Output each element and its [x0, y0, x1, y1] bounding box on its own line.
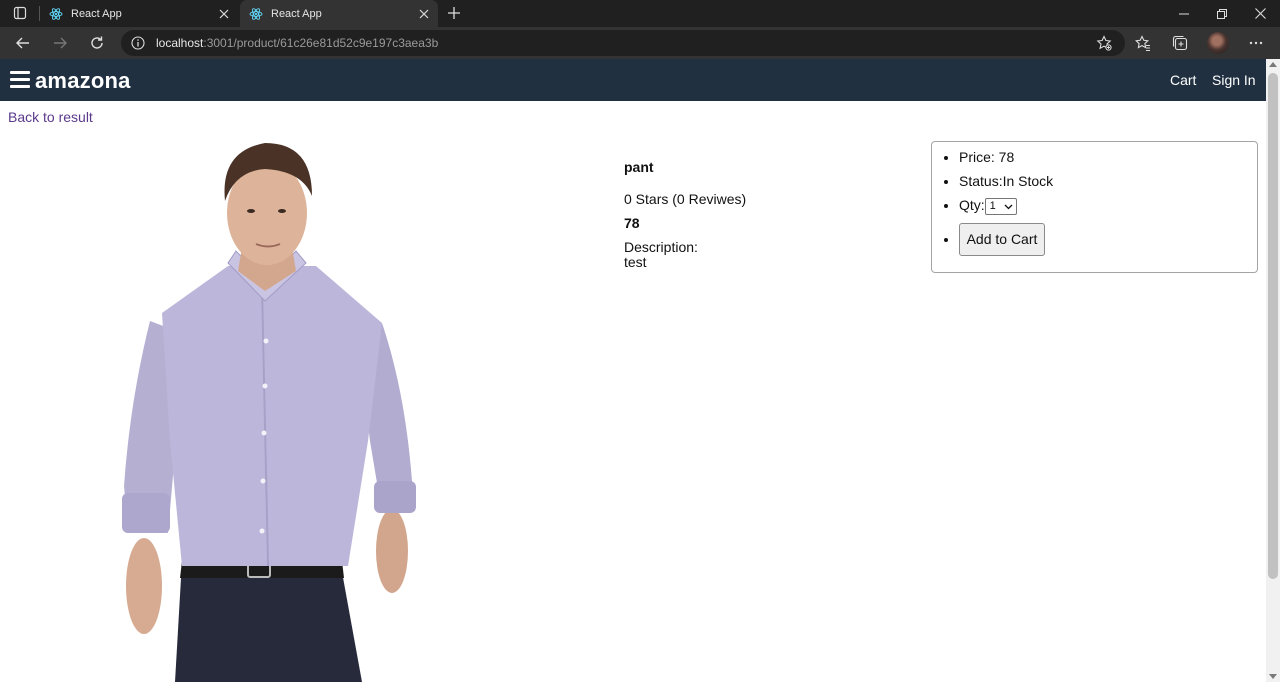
browser-tab-active[interactable]: React App: [240, 0, 438, 27]
hamburger-menu-icon[interactable]: [10, 71, 30, 89]
new-tab-icon[interactable]: [444, 3, 464, 23]
site-header: amazona Cart Sign In: [0, 59, 1266, 101]
restore-icon[interactable]: [1203, 0, 1241, 27]
qty-value: 1: [989, 199, 996, 212]
close-window-icon[interactable]: [1241, 0, 1279, 27]
collections-icon[interactable]: [1167, 31, 1193, 55]
tab-actions-icon[interactable]: [7, 2, 33, 24]
browser-tab[interactable]: React App: [40, 0, 238, 27]
close-tab-icon[interactable]: [216, 6, 232, 22]
browser-toolbar: localhost:3001/product/61c26e81d52c9e197…: [0, 27, 1280, 59]
site-info-icon[interactable]: [130, 35, 146, 51]
refresh-icon[interactable]: [84, 31, 110, 55]
address-bar[interactable]: localhost:3001/product/61c26e81d52c9e197…: [121, 30, 1125, 56]
tab-title: React App: [71, 7, 122, 20]
product-price: 78: [624, 215, 640, 231]
add-favorite-icon[interactable]: [1095, 34, 1113, 52]
tab-title: React App: [271, 7, 322, 20]
product-description: test: [624, 254, 647, 270]
web-page: amazona Cart Sign In Back to result pant…: [0, 59, 1266, 682]
status-item: Status:In Stock: [959, 173, 1053, 189]
price-item: Price: 78: [959, 149, 1014, 165]
url-text: localhost:3001/product/61c26e81d52c9e197…: [156, 36, 439, 50]
minimize-icon[interactable]: [1165, 0, 1203, 27]
scroll-up-arrow-icon[interactable]: [1269, 62, 1277, 67]
react-logo-icon: [249, 7, 263, 21]
product-name: pant: [624, 159, 654, 175]
description-label: Description:: [624, 239, 698, 255]
page-scrollbar[interactable]: [1266, 59, 1280, 682]
more-options-icon[interactable]: [1243, 31, 1269, 55]
add-to-cart-button[interactable]: Add to Cart: [959, 223, 1045, 256]
back-arrow-icon[interactable]: [10, 31, 36, 55]
browser-tab-strip: React App React App: [0, 0, 1280, 27]
cart-link[interactable]: Cart: [1170, 72, 1196, 88]
product-image: [122, 143, 416, 682]
qty-label: Qty:: [959, 197, 985, 213]
qty-item: Qty: 1: [959, 197, 1017, 215]
favorites-icon[interactable]: [1130, 31, 1156, 55]
react-logo-icon: [49, 7, 63, 21]
forward-arrow-icon[interactable]: [47, 31, 73, 55]
qty-select[interactable]: 1: [984, 197, 1017, 215]
add-to-cart-item: Add to Cart: [959, 223, 1045, 256]
product-rating: 0 Stars (0 Reviwes): [624, 191, 747, 207]
chevron-down-icon: [1004, 204, 1013, 210]
profile-avatar[interactable]: [1207, 32, 1229, 54]
back-to-result-link[interactable]: Back to result: [8, 109, 93, 125]
close-tab-icon[interactable]: [416, 6, 432, 22]
scrollbar-thumb[interactable]: [1268, 73, 1278, 579]
purchase-card: Price: 78 Status:In Stock Qty: 1 Add to C…: [931, 141, 1258, 273]
brand-logo-link[interactable]: amazona: [35, 68, 131, 94]
sign-in-link[interactable]: Sign In: [1212, 72, 1256, 88]
scroll-down-arrow-icon[interactable]: [1269, 674, 1277, 679]
